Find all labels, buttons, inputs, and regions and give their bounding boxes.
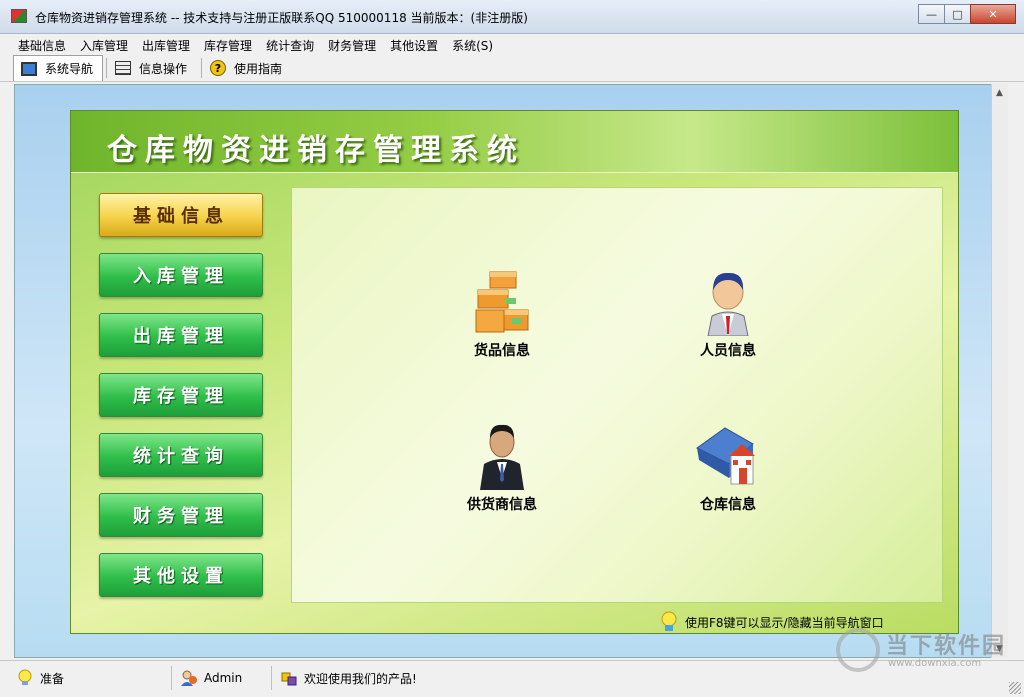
warehouse-icon xyxy=(696,427,755,485)
content-box: 货品信息 人员信息 供货商信息 仓库信息 xyxy=(291,187,943,603)
menu-finance[interactable]: 财务管理 xyxy=(321,34,383,54)
status-message: 欢迎使用我们的产品! xyxy=(304,671,417,686)
supplier-icon xyxy=(480,424,524,490)
nav-title: 仓库物资进销存管理系统 xyxy=(107,133,525,168)
help-icon: ? xyxy=(210,60,226,76)
minimize-button[interactable]: — xyxy=(918,4,945,24)
tab-info-ops[interactable]: 信息操作 xyxy=(108,55,198,81)
grid-icon xyxy=(115,61,131,75)
menu-other-settings[interactable]: 其他设置 xyxy=(383,34,445,54)
feature-supplier-info-label: 供货商信息 xyxy=(467,497,537,513)
menu-inventory[interactable]: 库存管理 xyxy=(197,34,259,54)
toolbar-separator xyxy=(201,58,202,78)
side-button-outbound[interactable]: 出库管理 xyxy=(99,313,263,357)
close-button[interactable]: ✕ xyxy=(970,4,1016,24)
tab-system-nav[interactable]: 系统导航 xyxy=(13,55,103,81)
menu-inbound[interactable]: 入库管理 xyxy=(73,34,135,54)
side-button-inventory[interactable]: 库存管理 xyxy=(99,373,263,417)
window-title: 仓库物资进销存管理系统 -- 技术支持与注册正版联系QQ 510000118 当… xyxy=(35,11,528,25)
boxes-icon xyxy=(475,271,529,333)
welcome-icon xyxy=(281,672,297,686)
status-cell-message: 欢迎使用我们的产品! xyxy=(272,666,832,690)
watermark: 当下软件园 www.downxia.com xyxy=(836,626,1016,686)
menu-system[interactable]: 系统(S) xyxy=(445,34,500,54)
status-user: Admin xyxy=(204,671,243,685)
monitor-icon xyxy=(21,61,37,76)
side-button-other-settings[interactable]: 其他设置 xyxy=(99,553,263,597)
feature-goods-info[interactable]: 货品信息 xyxy=(442,270,562,360)
tab-user-guide-label: 使用指南 xyxy=(234,61,283,76)
feature-staff-info-label: 人员信息 xyxy=(700,343,756,359)
watermark-url: www.downxia.com xyxy=(888,658,982,669)
feature-staff-info[interactable]: 人员信息 xyxy=(668,270,788,360)
feature-goods-info-label: 货品信息 xyxy=(474,343,530,359)
window-controls: — □ ✕ xyxy=(918,4,1016,24)
side-button-inbound[interactable]: 入库管理 xyxy=(99,253,263,297)
watermark-logo xyxy=(836,628,880,672)
user-icon xyxy=(181,670,197,686)
menu-outbound[interactable]: 出库管理 xyxy=(135,34,197,54)
feature-warehouse-info-label: 仓库信息 xyxy=(700,497,756,513)
lightbulb-icon xyxy=(18,669,32,685)
tab-system-nav-label: 系统导航 xyxy=(45,62,94,76)
feature-warehouse-info[interactable]: 仓库信息 xyxy=(668,420,788,514)
tab-user-guide[interactable]: ? 使用指南 xyxy=(203,55,298,81)
tab-info-ops-label: 信息操作 xyxy=(139,61,188,76)
watermark-text: 当下软件园 xyxy=(886,634,1007,659)
status-cell-state: 准备 xyxy=(8,666,172,690)
toolbar-separator xyxy=(106,58,107,78)
nav-header: 仓库物资进销存管理系统 xyxy=(71,111,958,173)
feature-supplier-info[interactable]: 供货商信息 xyxy=(442,420,562,514)
vertical-scrollbar[interactable]: ▲ ▼ xyxy=(991,84,1008,658)
scroll-up-arrow-icon[interactable]: ▲ xyxy=(996,88,1003,98)
app-icon xyxy=(11,9,27,23)
person-icon xyxy=(707,272,749,336)
title-bar: 仓库物资进销存管理系统 -- 技术支持与注册正版联系QQ 510000118 当… xyxy=(0,0,1024,34)
menu-basic-info[interactable]: 基础信息 xyxy=(11,34,73,54)
side-button-basic-info[interactable]: 基础信息 xyxy=(99,193,263,237)
lightbulb-icon xyxy=(661,611,677,631)
menu-statistics[interactable]: 统计查询 xyxy=(259,34,321,54)
side-button-finance[interactable]: 财务管理 xyxy=(99,493,263,537)
status-cell-user: Admin xyxy=(172,666,272,690)
side-button-statistics[interactable]: 统计查询 xyxy=(99,433,263,477)
navigation-panel: 仓库物资进销存管理系统 基础信息 入库管理 出库管理 库存管理 统计查询 财务管… xyxy=(70,110,959,634)
status-text: 准备 xyxy=(40,671,65,686)
maximize-button[interactable]: □ xyxy=(944,4,971,24)
toolbar: 系统导航 信息操作 ? 使用指南 xyxy=(0,54,1024,82)
menu-bar: 基础信息 入库管理 出库管理 库存管理 统计查询 财务管理 其他设置 系统(S) xyxy=(0,34,1024,54)
